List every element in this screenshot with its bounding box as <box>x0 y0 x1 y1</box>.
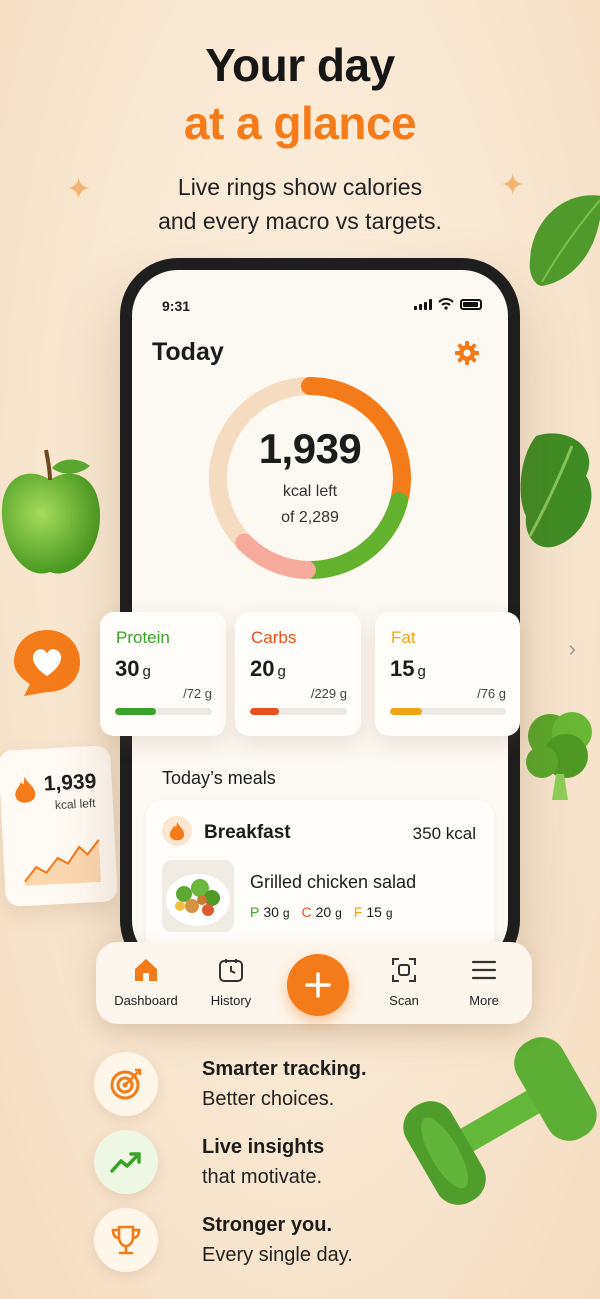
feature-badge <box>94 1130 158 1194</box>
meals-section-title: Today’s meals <box>162 768 276 788</box>
food-protein: P 30 g <box>250 904 290 920</box>
nav-history-label: History <box>210 993 252 1008</box>
nav-more-label: More <box>469 993 499 1008</box>
ring-center: 1,939 kcal left of 2,289 <box>204 372 416 584</box>
macro-card-protein[interactable]: Protein 30 g /72 g <box>100 612 226 736</box>
macro-card-carbs[interactable]: Carbs 20 g /229 g <box>235 612 361 736</box>
macro-target: /229 g <box>310 686 347 701</box>
macro-target: /72 g <box>183 686 212 701</box>
status-time: 9:31 <box>162 298 191 314</box>
kcal-left-label: kcal left <box>282 483 338 500</box>
food-macros: P 30 g C 20 g F 15 g <box>250 904 393 920</box>
feature-subtitle: that motivate. <box>202 1166 323 1188</box>
calories-left-caption: kcal left of 2,289 <box>281 479 339 531</box>
salad-bowl-icon <box>166 874 230 926</box>
macro-name: Fat <box>391 628 416 647</box>
macro-card-fat[interactable]: Fat 15 g /76 g <box>375 612 520 736</box>
heart-chat-icon <box>14 630 80 696</box>
trophy-icon <box>111 1225 141 1255</box>
nav-scan[interactable]: Scan <box>364 956 444 1008</box>
macro-progress-track <box>115 708 212 715</box>
macro-name: Carbs <box>251 628 297 647</box>
meal-card-breakfast[interactable]: Breakfast 350 kcal Grilled chicken salad… <box>146 800 494 960</box>
broccoli-icon <box>526 712 592 800</box>
flame-icon <box>169 821 185 841</box>
nav-scan-label: Scan <box>389 993 419 1008</box>
add-button[interactable] <box>287 954 349 1016</box>
feature-item: Stronger you. Every single day. <box>94 1208 474 1274</box>
trend-chart-icon <box>24 839 101 886</box>
macro-value: 15 g <box>390 656 426 681</box>
add-icon <box>305 972 331 998</box>
feature-title: Stronger you. <box>202 1214 333 1236</box>
macro-value: 20 g <box>250 656 286 681</box>
feature-subtitle: Every single day. <box>202 1244 353 1266</box>
status-icons <box>414 298 482 310</box>
food-name: Grilled chicken salad <box>250 872 417 892</box>
meal-name: Breakfast <box>204 822 291 843</box>
macro-target: /76 g <box>477 686 506 701</box>
mini-calorie-value: 1,939 <box>43 769 97 796</box>
scan-icon <box>392 958 416 982</box>
salad-thumbnail <box>162 860 234 932</box>
target-icon <box>110 1068 142 1100</box>
leaf-icon <box>529 195 600 286</box>
macro-value: 30 g <box>115 656 151 681</box>
macro-progress-fill <box>250 708 280 715</box>
subtitle-line2: and every macro vs targets. <box>158 208 442 234</box>
macro-name: Protein <box>116 628 170 647</box>
calories-left-value: 1,939 <box>258 425 362 472</box>
feature-title: Live insights <box>202 1136 325 1158</box>
page-title: Today <box>152 338 224 366</box>
nav-dashboard[interactable]: Dashboard <box>106 956 186 1008</box>
menu-icon <box>471 960 497 980</box>
trend-up-icon <box>110 1152 141 1173</box>
mini-calorie-label: kcal left <box>54 796 96 813</box>
lettuce-icon <box>520 433 592 548</box>
nav-dashboard-label: Dashboard <box>114 993 178 1008</box>
macro-progress-track <box>250 708 347 715</box>
nav-history[interactable]: History <box>191 956 271 1008</box>
wifi-icon <box>438 298 454 310</box>
feature-subtitle: Better choices. <box>202 1088 335 1110</box>
nav-more[interactable]: More <box>444 956 524 1008</box>
feature-item: Live insights that motivate. <box>94 1130 474 1196</box>
macro-progress-track <box>390 708 506 715</box>
home-icon <box>135 959 157 981</box>
macro-progress-fill <box>115 708 156 715</box>
headline-line2: at a glance <box>183 97 417 149</box>
gear-icon[interactable] <box>454 340 480 366</box>
bottom-nav: Dashboard History Scan More <box>96 942 532 1024</box>
feature-item: Smarter tracking. Better choices. <box>94 1052 474 1118</box>
kcal-total-label: of 2,289 <box>281 509 339 526</box>
meal-kcal: 350 kcal <box>412 824 476 843</box>
headline-line1: Your day <box>205 39 395 91</box>
food-carbs: C 20 g <box>301 904 342 920</box>
battery-icon <box>460 298 482 310</box>
sparkle-icon: ✦ <box>66 173 92 206</box>
meal-icon <box>162 816 192 846</box>
sparkle-icon: ✦ <box>500 169 526 202</box>
signal-icon <box>414 298 432 310</box>
history-icon <box>219 959 243 982</box>
apple-icon <box>1 449 100 574</box>
mini-calorie-card: 1,939 kcal left <box>0 745 119 907</box>
feature-badge <box>94 1208 158 1272</box>
flame-icon <box>15 776 36 803</box>
food-fat: F 15 g <box>353 904 393 920</box>
macro-progress-fill <box>390 708 423 715</box>
feature-title: Smarter tracking. <box>202 1058 367 1080</box>
feature-badge <box>94 1052 158 1116</box>
chevron-right-icon[interactable]: › <box>569 636 576 662</box>
